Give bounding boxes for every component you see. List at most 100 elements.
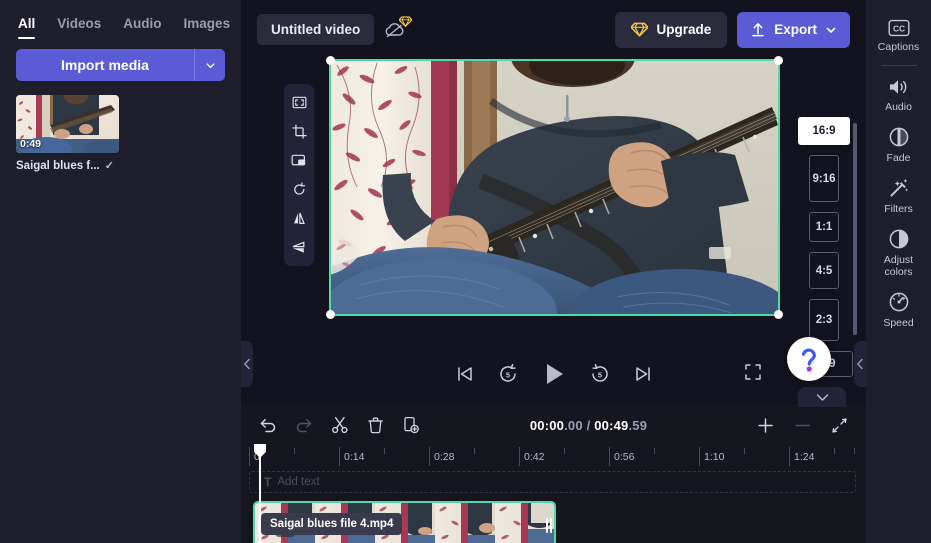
undo-button[interactable] xyxy=(259,416,277,434)
timeline-zoom-controls xyxy=(757,417,848,434)
resize-handle-top-left[interactable] xyxy=(326,56,335,65)
media-item[interactable]: 0:49 Saigal blues f... ✓ xyxy=(16,95,119,172)
timeline-panel: 00:00.00 / 00:49.59 xyxy=(241,405,866,543)
upgrade-button[interactable]: Upgrade xyxy=(615,12,727,48)
tab-all[interactable]: All xyxy=(18,16,35,39)
ruler-tick: 1:10 xyxy=(699,447,724,466)
rewind-5s-button[interactable]: 5 xyxy=(497,363,519,385)
current-time: 00:00 xyxy=(530,418,564,433)
ruler-tick: 0:28 xyxy=(429,447,454,466)
clip-trim-handle-right[interactable] xyxy=(543,503,554,543)
chevron-left-icon xyxy=(856,358,864,370)
resize-handle-top-right[interactable] xyxy=(774,56,783,65)
help-question-icon xyxy=(796,345,822,373)
ruler-tick: 1:24 xyxy=(789,447,814,466)
rail-item-audio[interactable]: Audio xyxy=(869,70,929,119)
trash-icon xyxy=(367,416,384,434)
rail-item-filters[interactable]: Filters xyxy=(869,170,929,221)
export-button[interactable]: Export xyxy=(737,12,850,48)
ruler-tick-minor xyxy=(474,448,475,454)
aspect-ratio-2-3[interactable]: 2:3 xyxy=(809,299,839,341)
fullscreen-button[interactable] xyxy=(744,363,762,386)
redo-button[interactable] xyxy=(295,416,313,434)
flip-vertical-icon[interactable] xyxy=(286,234,312,261)
ruler-tick-minor xyxy=(854,448,855,454)
play-button[interactable] xyxy=(541,361,567,387)
crop-icon[interactable] xyxy=(286,118,312,145)
gem-icon xyxy=(631,22,648,37)
aspect-ratio-scrollbar[interactable] xyxy=(853,123,857,335)
gem-icon xyxy=(399,14,412,32)
rotate-icon[interactable] xyxy=(286,176,312,203)
aspect-ratio-16-9[interactable]: 16:9 xyxy=(798,117,850,145)
ruler-tick: 0:42 xyxy=(519,447,544,466)
import-media-dropdown-button[interactable] xyxy=(194,49,225,81)
flip-horizontal-icon[interactable] xyxy=(286,205,312,232)
duplicate-icon xyxy=(402,416,420,434)
timeline-ruler[interactable]: 0 0:14 0:28 0:42 0:56 1:10 1:24 xyxy=(249,445,866,469)
collapse-right-panel-button[interactable] xyxy=(854,341,866,387)
video-preview-area: 16:9 9:16 1:1 4:5 2:3 21:9 xyxy=(241,59,866,405)
clip-tooltip: Saigal blues file 4.mp4 xyxy=(261,513,402,535)
fit-timeline-button[interactable] xyxy=(831,417,848,434)
add-text-label: Add text xyxy=(277,476,319,488)
total-time-frames: .59 xyxy=(628,418,647,433)
aspect-ratio-1-1[interactable]: 1:1 xyxy=(809,212,839,242)
video-canvas[interactable] xyxy=(331,61,778,314)
rail-label-fade: Fade xyxy=(887,152,911,164)
media-duration-badge: 0:49 xyxy=(20,138,41,150)
ruler-tick-minor xyxy=(384,448,385,454)
ruler-tick: 0:14 xyxy=(339,447,364,466)
ruler-tick-minor xyxy=(834,448,835,454)
skip-to-start-button[interactable] xyxy=(455,364,475,384)
aspect-ratio-9-16[interactable]: 9:16 xyxy=(809,155,839,202)
help-button[interactable] xyxy=(787,337,831,381)
split-button[interactable] xyxy=(331,416,349,434)
rewind-5-icon: 5 xyxy=(497,363,519,385)
tab-images[interactable]: Images xyxy=(184,16,231,39)
resize-handle-bottom-right[interactable] xyxy=(774,310,783,319)
minus-icon xyxy=(794,417,811,434)
add-text-track[interactable]: T Add text xyxy=(249,471,856,493)
redo-icon xyxy=(295,416,313,434)
import-media-button[interactable]: Import media xyxy=(16,49,194,81)
aspect-ratio-4-5[interactable]: 4:5 xyxy=(809,252,839,289)
scissors-icon xyxy=(331,416,349,434)
chevron-down-icon xyxy=(205,60,216,71)
speedometer-icon xyxy=(888,291,910,313)
tab-videos[interactable]: Videos xyxy=(57,16,101,39)
rail-item-captions[interactable]: CC Captions xyxy=(869,12,929,59)
total-time: 00:49 xyxy=(594,418,628,433)
preview-transform-toolbar xyxy=(284,84,314,266)
contrast-icon xyxy=(888,228,910,250)
properties-rail: CC Captions Audio Fade xyxy=(866,0,931,543)
media-item-title: Saigal blues f... xyxy=(16,160,100,172)
fit-to-screen-icon[interactable] xyxy=(286,89,312,116)
timecode-display: 00:00.00 / 00:49.59 xyxy=(438,418,739,433)
skip-to-start-icon xyxy=(455,364,475,384)
skip-to-end-button[interactable] xyxy=(633,364,653,384)
zoom-in-button[interactable] xyxy=(757,417,774,434)
ruler-tick-minor xyxy=(564,448,565,454)
ruler-tick: 0:56 xyxy=(609,447,634,466)
cloud-backup-button[interactable] xyxy=(384,19,410,41)
delete-button[interactable] xyxy=(367,416,384,434)
rail-label-captions: Captions xyxy=(878,41,919,53)
forward-5-icon: 5 xyxy=(589,363,611,385)
zoom-out-button[interactable] xyxy=(794,417,811,434)
project-title-input[interactable]: Untitled video xyxy=(257,14,374,45)
duplicate-button[interactable] xyxy=(402,416,420,434)
rail-item-fade[interactable]: Fade xyxy=(869,119,929,170)
rail-item-adjust-colors[interactable]: Adjust colors xyxy=(869,221,929,284)
clipchamp-video-editor: All Videos Audio Images Import media xyxy=(0,0,931,543)
media-thumbnail[interactable]: 0:49 xyxy=(16,95,119,153)
picture-in-picture-icon[interactable] xyxy=(286,147,312,174)
tab-audio[interactable]: Audio xyxy=(123,16,161,39)
resize-handle-bottom-left[interactable] xyxy=(326,310,335,319)
forward-5s-button[interactable]: 5 xyxy=(589,363,611,385)
chevron-left-icon xyxy=(243,358,251,370)
rail-item-speed[interactable]: Speed xyxy=(869,284,929,335)
undo-icon xyxy=(259,416,277,434)
collapse-left-panel-button[interactable] xyxy=(241,341,253,387)
media-tabs: All Videos Audio Images xyxy=(0,0,241,39)
